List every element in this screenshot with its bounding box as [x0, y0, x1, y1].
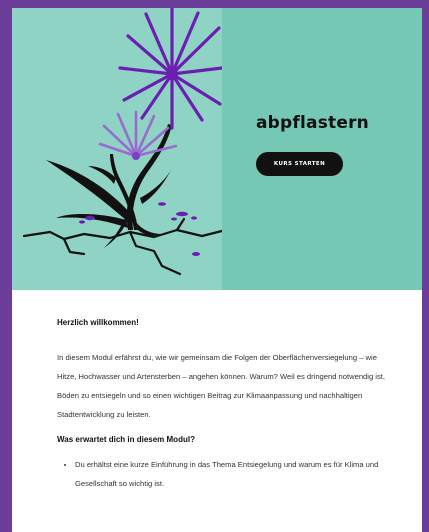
start-course-button[interactable]: KURS STARTEN — [256, 152, 343, 176]
expectations-list: Du erhältst eine kurze Einführung in das… — [57, 455, 387, 493]
welcome-paragraph: In diesem Modul erfährst du, wie wir gem… — [57, 353, 385, 419]
course-title: abpflastern — [256, 113, 369, 133]
plant-illustration — [12, 8, 222, 290]
welcome-heading: Herzlich willkommen! — [57, 318, 139, 327]
list-item: Du erhältst eine kurze Einführung in das… — [75, 455, 387, 493]
course-hero: abpflastern KURS STARTEN — [12, 8, 422, 290]
course-description: Herzlich willkommen! In diesem Modul erf… — [57, 318, 387, 493]
expectations-heading: Was erwartet dich in diesem Modul? — [57, 435, 195, 444]
course-card: abpflastern KURS STARTEN Herzlich willko… — [12, 8, 422, 532]
